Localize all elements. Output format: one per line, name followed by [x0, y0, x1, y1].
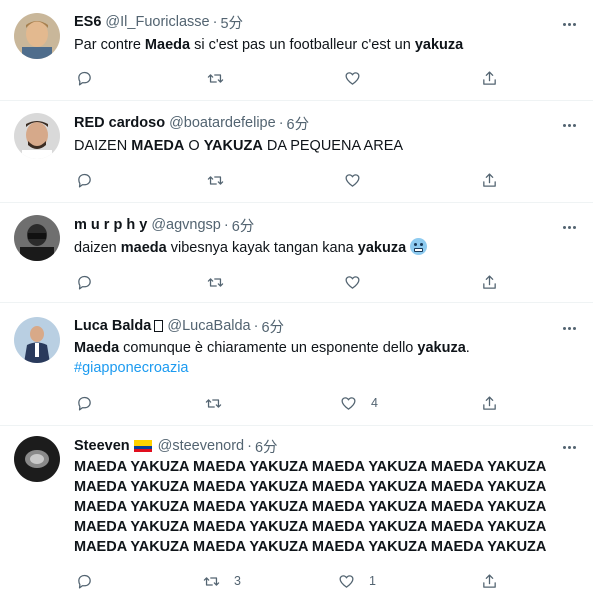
retweet-button[interactable]	[207, 170, 238, 190]
like-button[interactable]: 4	[340, 393, 378, 413]
timestamp[interactable]: 6分	[232, 215, 255, 236]
retweet-icon	[203, 576, 220, 586]
tweet-actions	[74, 170, 577, 190]
badge-icon	[154, 320, 164, 332]
share-button[interactable]	[481, 393, 498, 413]
like-button[interactable]	[344, 68, 375, 88]
tweet[interactable]: Luca Balda @LucaBalda · 6分 Maeda comunqu…	[0, 303, 593, 426]
like-icon	[345, 71, 360, 85]
tweet[interactable]: ES6 @Il_Fuoriclasse · 5分 Par contre Maed…	[0, 0, 593, 101]
tweet-actions	[74, 272, 577, 292]
author-handle[interactable]: @boatardefelipe	[169, 115, 276, 131]
separator-dot: ·	[278, 115, 284, 131]
reply-button[interactable]	[76, 571, 107, 591]
text-line: MAEDA YAKUZA MAEDA YAKUZA MAEDA YAKUZA M…	[74, 539, 547, 555]
reply-button[interactable]	[76, 68, 107, 88]
share-icon	[483, 172, 496, 187]
like-count: 1	[369, 574, 376, 588]
reply-button[interactable]	[76, 393, 107, 413]
reply-button[interactable]	[76, 272, 107, 292]
more-icon[interactable]	[559, 437, 579, 457]
like-button[interactable]: 1	[338, 571, 376, 591]
retweet-button[interactable]	[207, 68, 238, 88]
avatar[interactable]	[14, 13, 60, 59]
author-name[interactable]: RED cardoso	[74, 115, 165, 131]
timestamp[interactable]: 6分	[255, 436, 278, 457]
tweet-text: MAEDA YAKUZA MAEDA YAKUZA MAEDA YAKUZA M…	[74, 457, 577, 557]
share-button[interactable]	[481, 571, 498, 591]
separator-dot: ·	[212, 14, 218, 30]
author-name[interactable]: Luca Balda	[74, 318, 151, 334]
avatar[interactable]	[14, 317, 60, 363]
ecuador-flag-icon	[133, 440, 152, 452]
author-handle[interactable]: @LucaBalda	[167, 318, 250, 334]
tweet[interactable]: m u r p h y @agvngsp · 6分 daizen maeda v…	[0, 203, 593, 303]
timeline-feed: ES6 @Il_Fuoriclasse · 5分 Par contre Maed…	[0, 0, 593, 610]
tweet-actions: 4	[74, 393, 577, 413]
grimacing-face-icon	[410, 238, 428, 255]
more-icon[interactable]	[559, 217, 579, 237]
share-icon	[483, 573, 496, 588]
like-count: 4	[371, 396, 378, 410]
reply-icon	[78, 173, 91, 188]
tweet-actions: 3 1	[74, 571, 577, 591]
like-icon	[339, 574, 354, 588]
separator-dot: ·	[247, 438, 252, 454]
more-icon[interactable]	[559, 14, 579, 34]
author-name[interactable]: m u r p h y	[74, 217, 147, 233]
tweet[interactable]: RED cardoso @boatardefelipe · 6分 DAIZEN …	[0, 101, 593, 203]
reply-icon	[78, 275, 91, 290]
more-icon[interactable]	[559, 115, 579, 135]
avatar[interactable]	[14, 215, 60, 261]
retweet-button[interactable]: 3	[203, 571, 241, 591]
like-icon	[341, 396, 356, 410]
retweet-icon	[207, 175, 224, 185]
share-button[interactable]	[481, 68, 498, 88]
timestamp[interactable]: 6分	[287, 113, 310, 134]
text-line: MAEDA YAKUZA MAEDA YAKUZA MAEDA YAKUZA M…	[74, 519, 547, 535]
author-name[interactable]: ES6	[74, 14, 101, 30]
tweet-text: DAIZEN MAEDA O YAKUZA DA PEQUENA AREA	[74, 138, 404, 154]
text-line: MAEDA YAKUZA MAEDA YAKUZA MAEDA YAKUZA M…	[74, 499, 547, 515]
avatar[interactable]	[14, 113, 60, 159]
reply-icon	[78, 71, 91, 86]
share-icon	[483, 395, 496, 410]
hashtag-link[interactable]: #giapponecroazia	[74, 358, 577, 378]
tweet[interactable]: Steeven @steevenord · 6分 MAEDA YAKUZA MA…	[0, 426, 593, 610]
like-button[interactable]	[344, 170, 375, 190]
text-line: MAEDA YAKUZA MAEDA YAKUZA MAEDA YAKUZA M…	[74, 479, 547, 495]
share-button[interactable]	[481, 170, 498, 190]
retweet-icon	[207, 277, 224, 287]
text-line: MAEDA YAKUZA MAEDA YAKUZA MAEDA YAKUZA M…	[74, 459, 547, 475]
separator-dot: ·	[223, 217, 229, 233]
tweet-text: daizen maeda vibesnya kayak tangan kana …	[74, 238, 577, 258]
separator-dot: ·	[253, 318, 259, 334]
author-handle[interactable]: @agvngsp	[151, 217, 221, 233]
like-icon	[345, 275, 360, 289]
author-handle[interactable]: @steevenord	[158, 438, 244, 454]
retweet-icon	[205, 398, 222, 408]
like-icon	[345, 173, 360, 187]
share-icon	[483, 70, 496, 85]
timestamp[interactable]: 6分	[261, 316, 284, 337]
retweet-button[interactable]	[205, 393, 236, 413]
tweet-actions	[74, 68, 577, 88]
reply-icon	[78, 396, 91, 411]
like-button[interactable]	[344, 272, 375, 292]
author-name[interactable]: Steeven	[74, 438, 130, 454]
retweet-icon	[207, 73, 224, 83]
share-icon	[483, 274, 496, 289]
avatar[interactable]	[14, 436, 60, 482]
author-handle[interactable]: @Il_Fuoriclasse	[105, 14, 209, 30]
timestamp[interactable]: 5分	[220, 12, 243, 33]
tweet-text: Par contre Maeda si c'est pas un footbal…	[74, 37, 464, 53]
share-button[interactable]	[481, 272, 498, 292]
more-icon[interactable]	[559, 318, 579, 338]
reply-button[interactable]	[76, 170, 107, 190]
reply-icon	[78, 574, 91, 589]
retweet-button[interactable]	[207, 272, 238, 292]
retweet-count: 3	[234, 574, 241, 588]
tweet-text: Maeda comunque è chiaramente un esponent…	[74, 340, 470, 356]
